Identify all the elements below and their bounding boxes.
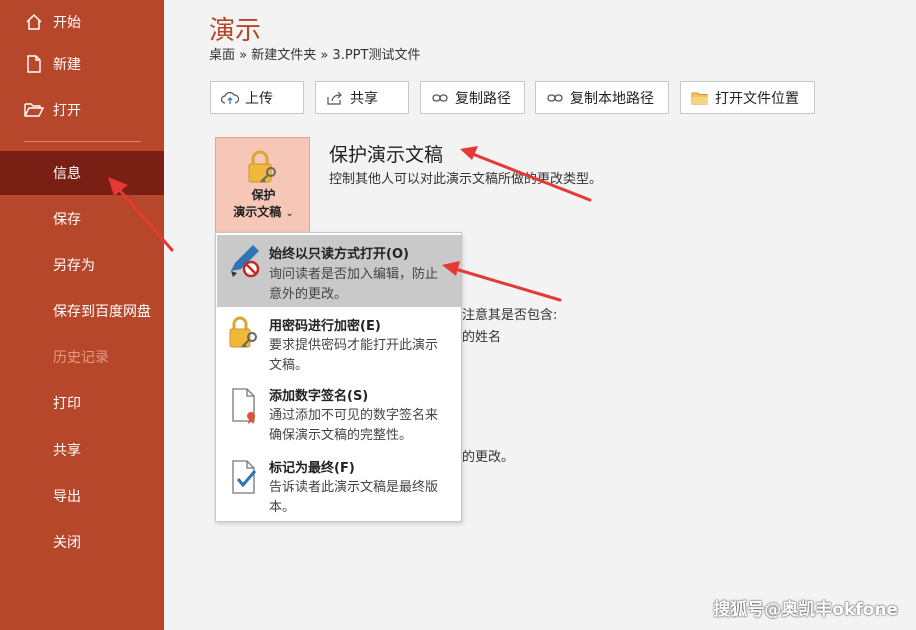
sidebar-item-label: 另存为 (53, 258, 95, 274)
sidebar-item-label: 导出 (53, 489, 81, 505)
sidebar-item-home[interactable]: 开始 (0, 0, 164, 44)
sidebar-divider (24, 141, 141, 142)
home-icon (24, 12, 44, 32)
open-location-button[interactable]: 打开文件位置 (680, 81, 815, 114)
sidebar-item-label: 新建 (53, 57, 81, 73)
sidebar-item-label: 信息 (53, 166, 81, 182)
sidebar-item-open[interactable]: 打开 (0, 88, 164, 132)
inspect-text: 注意其是否包含: (462, 308, 558, 323)
protect-dropdown-menu: 始终以只读方式打开(O) 询问读者是否加入编辑，防止意外的更改。 用密码进行加密… (215, 232, 462, 522)
menu-item-title: 用密码进行加密(E) (269, 319, 381, 334)
upload-label: 上传 (245, 90, 273, 107)
menu-item-encrypt-password[interactable]: 用密码进行加密(E) 要求提供密码才能打开此演示文稿。 (217, 309, 461, 379)
section-description: 控制其他人可以对此演示文稿所做的更改类型。 (329, 172, 603, 187)
sidebar-item-save-as[interactable]: 另存为 (0, 243, 164, 287)
sidebar-item-label: 开始 (53, 15, 81, 31)
share-button[interactable]: 共享 (315, 81, 409, 114)
copy-path-label: 复制路径 (455, 90, 511, 107)
share-icon (326, 90, 344, 106)
menu-item-desc: 告诉读者此演示文稿是最终版本。 (269, 480, 439, 515)
link-icon (431, 90, 449, 106)
new-doc-icon (24, 54, 44, 74)
sidebar-item-export[interactable]: 导出 (0, 474, 164, 518)
sidebar-item-save-baidu[interactable]: 保存到百度网盘 (0, 289, 164, 333)
sidebar-item-label: 共享 (53, 443, 81, 459)
link-icon (546, 90, 564, 106)
pencil-no-icon (227, 241, 263, 279)
menu-item-digital-signature[interactable]: 添加数字签名(S) 通过添加不可见的数字签名来确保演示文稿的完整性。 (217, 381, 461, 451)
section-title: 保护演示文稿 (329, 144, 444, 166)
lock-key-icon (246, 150, 280, 190)
cloud-upload-icon (221, 90, 239, 106)
sidebar-item-label: 保存到百度网盘 (53, 304, 151, 320)
certificate-icon (227, 387, 263, 425)
menu-item-title: 始终以只读方式打开(O) (269, 247, 409, 262)
folder-open-icon (24, 100, 44, 120)
sidebar-item-share[interactable]: 共享 (0, 428, 164, 472)
chevron-down-icon: ⌄ (285, 208, 294, 219)
inspect-text: 的姓名 (462, 330, 502, 345)
sidebar-item-print[interactable]: 打印 (0, 381, 164, 425)
sidebar-item-label: 关闭 (53, 535, 81, 551)
document-check-icon (227, 459, 263, 497)
sidebar-item-new[interactable]: 新建 (0, 42, 164, 86)
menu-item-mark-final[interactable]: 标记为最终(F) 告诉读者此演示文稿是最终版本。 (217, 453, 461, 521)
sidebar-item-info[interactable]: 信息 (0, 151, 164, 195)
sidebar-item-label: 打印 (53, 396, 81, 412)
share-label: 共享 (350, 90, 378, 107)
menu-item-title: 标记为最终(F) (269, 461, 355, 476)
sidebar-item-close[interactable]: 关闭 (0, 520, 164, 564)
open-location-label: 打开文件位置 (715, 90, 799, 107)
sidebar-item-label: 打开 (53, 103, 81, 119)
sidebar-item-label: 保存 (53, 212, 81, 228)
lock-key-icon (227, 315, 263, 353)
breadcrumb: 桌面 » 新建文件夹 » 3.PPT测试文件 (209, 48, 421, 63)
menu-item-desc: 通过添加不可见的数字签名来确保演示文稿的完整性。 (269, 408, 439, 443)
watermark-text: 搜狐号@奥凯丰okfone (713, 600, 898, 620)
sidebar-item-label: 历史记录 (53, 350, 109, 366)
menu-item-desc: 要求提供密码才能打开此演示文稿。 (269, 338, 439, 373)
sidebar-item-save[interactable]: 保存 (0, 197, 164, 241)
copy-path-button[interactable]: 复制路径 (420, 81, 525, 114)
folder-icon (691, 90, 709, 106)
protect-presentation-button[interactable]: 保护 演示文稿 ⌄ (215, 137, 310, 233)
copy-local-path-button[interactable]: 复制本地路径 (535, 81, 669, 114)
protect-button-label: 保护 演示文稿 ⌄ (233, 188, 294, 219)
menu-item-desc: 询问读者是否加入编辑，防止意外的更改。 (269, 267, 439, 302)
versions-text: 的更改。 (462, 450, 515, 465)
upload-button[interactable]: 上传 (210, 81, 304, 114)
sidebar-item-history: 历史记录 (0, 335, 164, 379)
page-title: 演示 (209, 16, 262, 46)
copy-local-path-label: 复制本地路径 (570, 90, 654, 107)
menu-item-title: 添加数字签名(S) (269, 389, 369, 404)
menu-item-always-read-only[interactable]: 始终以只读方式打开(O) 询问读者是否加入编辑，防止意外的更改。 (217, 235, 461, 307)
backstage-sidebar: 开始 新建 打开 信息 保存 另存为 保存到百度网盘 历史记录 打印 共享 导出… (0, 0, 164, 630)
